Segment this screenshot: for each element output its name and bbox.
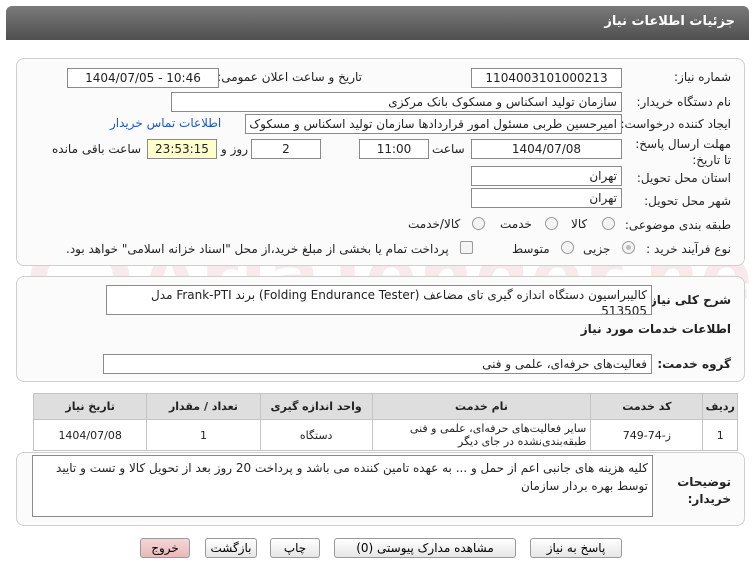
- days-label: روز و: [221, 142, 248, 156]
- treasury-payment-checkbox[interactable]: [460, 241, 473, 254]
- deadline-time-label: ساعت: [432, 142, 465, 156]
- notes-field: کلیه هزینه های جانبی اعم از حمل و ... به…: [32, 455, 653, 517]
- service-group-field: فعالیت‌های حرفه‌ای، علمی و فنی: [103, 354, 652, 374]
- province-label: استان محل تحویل:: [636, 171, 731, 185]
- respond-button[interactable]: پاسخ به نیاز: [530, 538, 622, 558]
- summary-label: شرح کلی نیاز:: [645, 293, 731, 307]
- col-service-name: نام خدمت: [371, 393, 592, 420]
- process-minor-label: جزیی: [583, 242, 611, 256]
- category-radio-service[interactable]: [545, 217, 558, 230]
- print-button[interactable]: چاپ: [270, 538, 320, 558]
- service-group-label: گروه خدمت:: [657, 357, 731, 371]
- services-heading: اطلاعات خدمات مورد نیاز: [580, 322, 731, 336]
- category-radio-goods[interactable]: [602, 217, 615, 230]
- exit-button[interactable]: خروج: [140, 538, 190, 558]
- cell-quantity: 1: [146, 419, 261, 451]
- category-label: طبقه بندی موضوعی:: [624, 218, 731, 232]
- city-field: تهران: [471, 188, 622, 208]
- announce-field: 1404/07/05 - 10:46: [67, 68, 219, 88]
- buyer-org-field: سازمان تولید اسکناس و مسکوک بانک مرکزی: [171, 92, 622, 112]
- deadline-date-field: 1404/07/08: [471, 139, 622, 159]
- cell-unit: دستگاه: [259, 419, 373, 451]
- col-service-code: کد خدمت: [590, 393, 704, 420]
- need-number-field: 1104003101000213: [471, 68, 622, 88]
- province-field: تهران: [471, 166, 622, 186]
- creator-label: ایجاد کننده درخواست:: [620, 117, 731, 131]
- contact-info-link[interactable]: اطلاعات تماس خریدار: [110, 116, 221, 130]
- city-label: شهر محل تحویل:: [644, 194, 731, 208]
- attachments-button[interactable]: مشاهده مدارک پیوستی (0): [334, 538, 516, 558]
- col-need-date: تاریخ نیاز: [32, 393, 148, 420]
- cell-service-name: سایر فعالیت‌های حرفه‌ای، علمی و فنی طبقه…: [371, 419, 592, 451]
- notes-label: توضیحات خریدار:: [677, 475, 731, 506]
- deadline-time-field: 11:00: [359, 139, 429, 159]
- category-radio-both[interactable]: [472, 217, 485, 230]
- cell-service-code: ز-74-749: [590, 419, 704, 451]
- back-button[interactable]: بازگشت: [205, 538, 257, 558]
- buyer-org-label: نام دستگاه خریدار:: [636, 95, 732, 109]
- treasury-payment-note: پرداخت تمام یا بخشی از مبلغ خرید،از محل …: [66, 242, 449, 256]
- services-table: ردیف کد خدمت نام خدمت واحد اندازه گیری ت…: [32, 393, 738, 451]
- announce-label: تاریخ و ساعت اعلان عمومی:: [217, 70, 362, 84]
- cell-row: 1: [702, 419, 738, 451]
- category-service-label: خدمت: [500, 217, 532, 231]
- category-goods-label: کالا: [571, 217, 588, 231]
- col-unit: واحد اندازه گیری: [259, 393, 373, 420]
- table-header-row: ردیف کد خدمت نام خدمت واحد اندازه گیری ت…: [32, 393, 738, 420]
- process-radio-medium[interactable]: [561, 241, 574, 254]
- remaining-label: ساعت باقی مانده: [52, 142, 142, 156]
- process-label: نوع فرآیند خرید :: [646, 242, 731, 256]
- table-row: 1 ز-74-749 سایر فعالیت‌های حرفه‌ای، علمی…: [32, 419, 738, 451]
- deadline-label: مهلت ارسال پاسخ: تا تاریخ:: [635, 137, 731, 167]
- col-quantity: تعداد / مقدار: [146, 393, 261, 420]
- process-medium-label: متوسط: [512, 242, 550, 256]
- need-number-label: شماره نیاز:: [674, 70, 731, 84]
- days-field: 2: [251, 139, 321, 159]
- cell-need-date: 1404/07/08: [32, 419, 148, 451]
- creator-field: امیرحسین طربی مسئول امور قراردادها سازما…: [245, 114, 622, 134]
- title-bar: جزئیات اطلاعات نیاز: [6, 6, 749, 40]
- summary-field: کالیبراسیون دستگاه اندازه گیری تای مضاعف…: [106, 285, 652, 315]
- col-row: ردیف: [702, 393, 738, 420]
- category-both-label: کالا/خدمت: [408, 217, 461, 231]
- remaining-time-field: 23:53:15: [147, 139, 217, 159]
- process-radio-minor[interactable]: [622, 241, 635, 254]
- page-title: جزئیات اطلاعات نیاز: [604, 14, 735, 29]
